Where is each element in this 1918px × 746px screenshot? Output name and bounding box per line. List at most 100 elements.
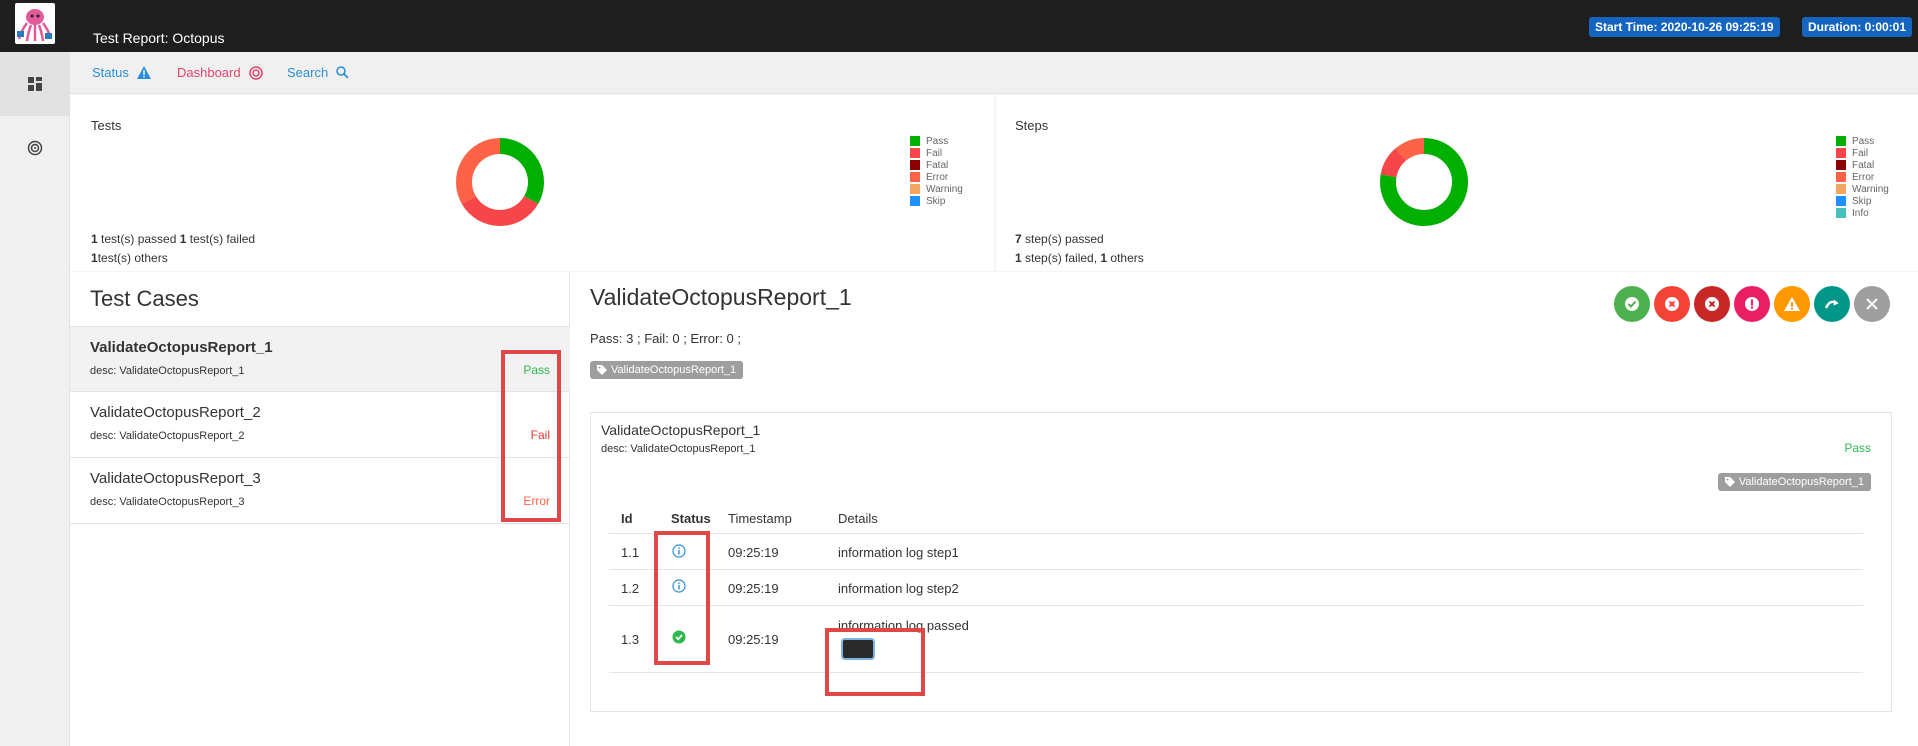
clear-filter-button[interactable] <box>1854 286 1890 322</box>
legend-swatch <box>1836 160 1846 170</box>
card-test-desc: desc: ValidateOctopusReport_1 <box>601 443 756 455</box>
tests-panel-title: Tests <box>91 118 122 133</box>
test-case-item[interactable]: ValidateOctopusReport_3 desc: ValidateOc… <box>70 458 570 524</box>
card-category-tag[interactable]: ValidateOctopusReport_1 <box>1717 473 1871 491</box>
test-detail-panel: ValidateOctopusReport_1 Pass: 3 ; Fail: … <box>570 272 1918 746</box>
donut-slice-pass <box>499 138 544 204</box>
nav-dashboard-link[interactable]: Dashboard <box>177 65 263 80</box>
pass-filter-button[interactable] <box>1614 286 1650 322</box>
test-case-item[interactable]: ValidateOctopusReport_2 desc: ValidateOc… <box>70 392 570 458</box>
dashboard-grid-icon <box>28 77 42 91</box>
warning-filter-button[interactable] <box>1774 286 1810 322</box>
table-divider <box>609 569 1863 570</box>
report-title: Test Report: Octopus <box>93 30 225 46</box>
screenshot-highlight-box <box>825 628 925 696</box>
legend-item-fail[interactable]: Fail <box>910 147 963 159</box>
tests-summary-line-1: 1 test(s) passed 1 test(s) failed <box>91 232 256 246</box>
legend-item-warning[interactable]: Warning <box>910 183 963 195</box>
warning-filter-icon <box>1784 297 1800 311</box>
legend-label: Skip <box>926 195 946 207</box>
legend-item-fatal[interactable]: Fatal <box>1836 159 1889 171</box>
duration-badge: Duration: 0:00:01 <box>1802 17 1913 37</box>
table-divider <box>609 672 1863 673</box>
status-highlight-box <box>654 531 710 665</box>
steps-summary-panel: Steps Pass Fail Fatal Error Warning Skip Info … <box>996 95 1918 271</box>
step-timestamp: 09:25:19 <box>728 581 779 596</box>
legend-item-pass[interactable]: Pass <box>910 135 963 147</box>
step-id: 1.3 <box>621 632 640 647</box>
legend-swatch <box>910 160 920 170</box>
legend-swatch <box>1836 148 1846 158</box>
legend-label: Fail <box>1852 147 1869 159</box>
column-header-id: Id <box>621 511 633 526</box>
skip-filter-button[interactable] <box>1814 286 1850 322</box>
legend-item-fail[interactable]: Fail <box>1836 147 1889 159</box>
tag-icon <box>597 365 607 375</box>
nav-search-link[interactable]: Search <box>287 65 349 80</box>
target-icon <box>27 140 43 156</box>
tests-donut-chart <box>456 138 544 226</box>
sidebar <box>0 52 70 746</box>
steps-donut-chart <box>1380 138 1468 226</box>
detail-category-tag[interactable]: ValidateOctopusReport_1 <box>590 361 744 379</box>
legend-item-warning[interactable]: Warning <box>1836 183 1889 195</box>
error-filter-button[interactable] <box>1734 286 1770 322</box>
fail-filter-button[interactable] <box>1654 286 1690 322</box>
table-divider <box>609 533 1863 534</box>
fatal-filter-icon <box>1705 297 1719 311</box>
error-filter-icon <box>1745 297 1759 311</box>
nav-status-link[interactable]: Status <box>92 65 151 80</box>
card-test-status: Pass <box>1844 441 1871 455</box>
test-case-name: ValidateOctopusReport_3 <box>90 470 261 487</box>
legend-swatch <box>910 172 920 182</box>
column-header-details: Details <box>838 511 878 526</box>
donut-slice-fail <box>461 195 539 226</box>
detail-stats: Pass: 3 ; Fail: 0 ; Error: 0 ; <box>590 331 741 346</box>
step-details: information log step2 <box>838 581 959 596</box>
sidebar-dashboard-button[interactable] <box>0 116 70 180</box>
card-test-title: ValidateOctopusReport_1 <box>601 422 761 438</box>
legend-swatch <box>1836 136 1846 146</box>
fail-filter-icon <box>1665 297 1679 311</box>
legend-swatch <box>910 148 920 158</box>
legend-label: Error <box>926 171 949 183</box>
nav-status-label: Status <box>92 65 129 80</box>
test-case-desc: desc: ValidateOctopusReport_3 <box>90 496 245 508</box>
steps-panel-title: Steps <box>1015 118 1049 133</box>
legend-label: Fatal <box>1852 159 1875 171</box>
legend-swatch <box>910 136 920 146</box>
pass-filter-icon <box>1625 297 1639 311</box>
legend-item-pass[interactable]: Pass <box>1836 135 1889 147</box>
top-bar: Test Report: Octopus Start Time: 2020-10… <box>0 0 1918 52</box>
legend-item-error[interactable]: Error <box>910 171 963 183</box>
legend-label: Warning <box>1852 183 1889 195</box>
sub-navigation: Status Dashboard Search <box>70 52 1918 94</box>
test-case-name: ValidateOctopusReport_1 <box>90 339 273 356</box>
test-case-item[interactable]: ValidateOctopusReport_1 desc: ValidateOc… <box>70 326 570 392</box>
column-header-status: Status <box>671 511 711 526</box>
fatal-filter-button[interactable] <box>1694 286 1730 322</box>
search-icon <box>336 66 349 79</box>
legend-item-error[interactable]: Error <box>1836 171 1889 183</box>
octopus-logo <box>15 3 55 44</box>
donut-slice-fail <box>1380 148 1407 178</box>
legend-label: Fail <box>926 147 943 159</box>
dashboard-target-icon <box>248 65 263 80</box>
tests-summary-line-2: 1test(s) others <box>91 251 168 265</box>
donut-slice-error <box>1395 138 1425 161</box>
skip-filter-icon <box>1824 299 1839 309</box>
tag-icon <box>1724 477 1735 487</box>
legend-label: Info <box>1852 207 1869 219</box>
legend-item-skip[interactable]: Skip <box>1836 195 1889 207</box>
sidebar-test-view-button[interactable] <box>0 52 70 116</box>
steps-summary-line-2: 1 step(s) failed, 1 others <box>1015 251 1144 265</box>
legend-label: Error <box>1852 171 1875 183</box>
legend-swatch <box>1836 196 1846 206</box>
test-case-desc: desc: ValidateOctopusReport_1 <box>90 365 245 377</box>
legend-item-fatal[interactable]: Fatal <box>910 159 963 171</box>
detail-title: ValidateOctopusReport_1 <box>590 284 852 310</box>
legend-item-skip[interactable]: Skip <box>910 195 963 207</box>
test-step-card: ValidateOctopusReport_1 desc: ValidateOc… <box>590 412 1892 712</box>
legend-label: Pass <box>926 135 949 147</box>
legend-item-info[interactable]: Info <box>1836 207 1889 219</box>
